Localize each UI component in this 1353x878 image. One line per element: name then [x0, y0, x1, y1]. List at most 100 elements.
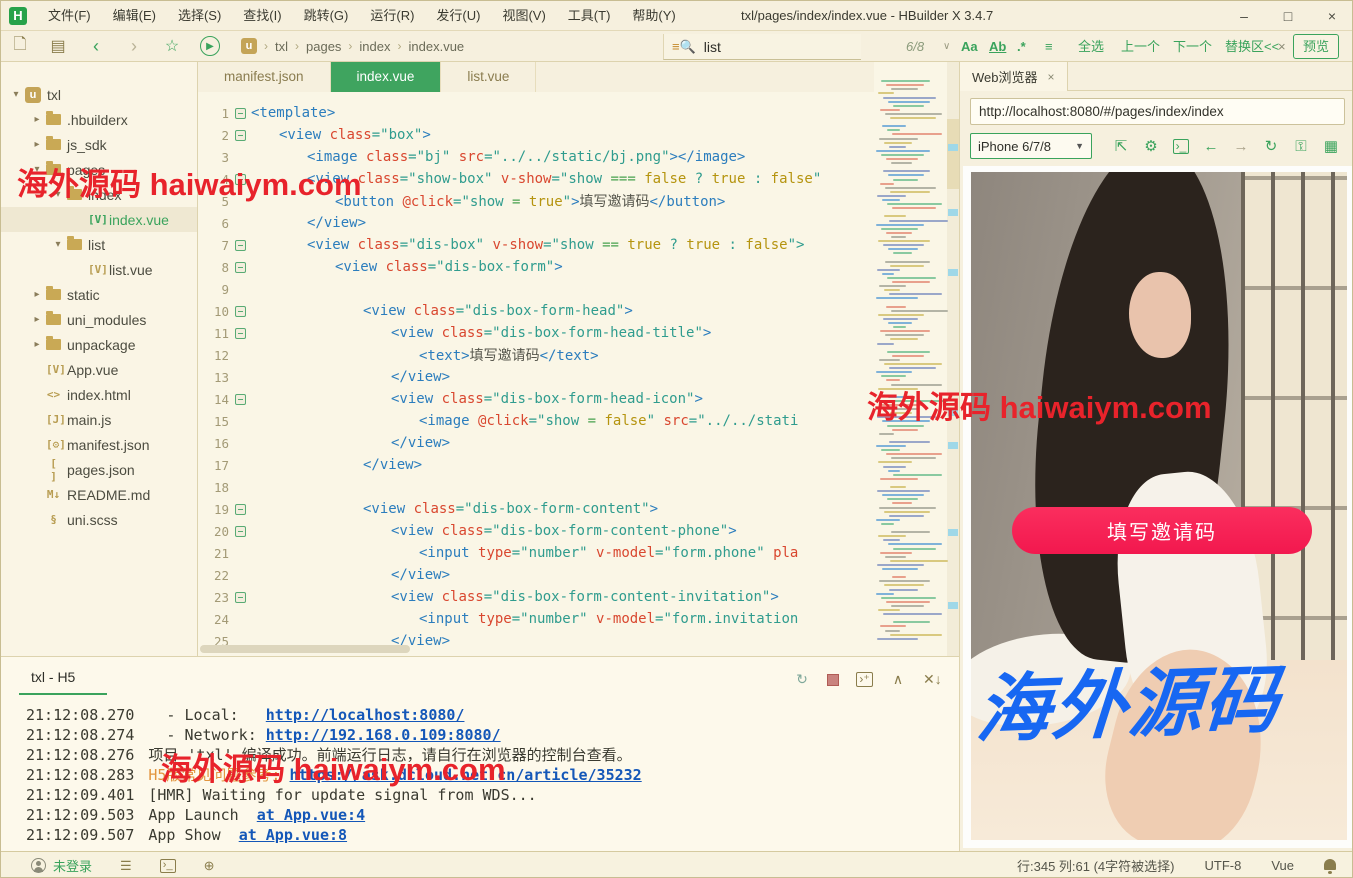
- menu-item[interactable]: 选择(S): [167, 1, 232, 31]
- menu-item[interactable]: 发行(U): [425, 1, 491, 31]
- cursor-position[interactable]: 行:345 列:61 (4字符被选择): [1017, 856, 1175, 875]
- menu-item[interactable]: 运行(R): [359, 1, 425, 31]
- whole-word-icon[interactable]: Ab: [989, 31, 1006, 62]
- fold-icon[interactable]: [229, 328, 251, 339]
- new-terminal-icon[interactable]: ›⁺: [856, 672, 873, 687]
- invite-code-button[interactable]: 填写邀请码: [1012, 507, 1312, 554]
- chevron-right-icon[interactable]: ▸: [30, 289, 44, 300]
- fold-icon[interactable]: [229, 394, 251, 405]
- tree-item-list-vue[interactable]: [V]list.vue: [1, 257, 197, 282]
- encoding[interactable]: UTF-8: [1205, 858, 1242, 873]
- breadcrumb-file[interactable]: index.vue: [409, 39, 465, 54]
- console-tab[interactable]: txl - H5: [31, 669, 75, 685]
- tree-item-uni-scss[interactable]: §uni.scss: [1, 507, 197, 532]
- url-input[interactable]: http://localhost:8080/#/pages/index/inde…: [970, 98, 1345, 125]
- tree-item-unpackage[interactable]: ▸unpackage: [1, 332, 197, 357]
- search-input[interactable]: ≡🔍 list: [663, 34, 861, 60]
- breadcrumb-project[interactable]: txl: [275, 39, 288, 54]
- qrcode-icon[interactable]: ▦: [1316, 137, 1346, 155]
- browser-tab[interactable]: Web浏览器 ×: [960, 62, 1068, 91]
- menu-item[interactable]: 编辑(E): [102, 1, 167, 31]
- minimap[interactable]: [874, 62, 959, 656]
- browser-back-icon[interactable]: ←: [1196, 138, 1226, 155]
- star-icon[interactable]: ☆: [162, 36, 182, 56]
- close-button[interactable]: ×: [1310, 1, 1353, 31]
- horizontal-scrollbar[interactable]: [200, 645, 410, 653]
- fold-icon[interactable]: [229, 592, 251, 603]
- menu-item[interactable]: 查找(I): [232, 1, 292, 31]
- preview-button[interactable]: 预览: [1293, 34, 1339, 59]
- regex-icon[interactable]: .*: [1017, 31, 1026, 62]
- tree-item-manifest-json[interactable]: [⚙]manifest.json: [1, 432, 197, 457]
- tree-item-README-md[interactable]: M↓README.md: [1, 482, 197, 507]
- unlock-icon[interactable]: ⚿: [1286, 138, 1316, 155]
- collapse-icon[interactable]: ∧: [890, 671, 906, 688]
- outline-icon[interactable]: ☰: [120, 858, 132, 874]
- tree-item--hbuilderx[interactable]: ▸.hbuilderx: [1, 107, 197, 132]
- browser-tab-close-icon[interactable]: ×: [1048, 70, 1055, 84]
- minimap-viewport[interactable]: [947, 119, 959, 189]
- restart-icon[interactable]: ↻: [794, 671, 810, 688]
- new-file-icon[interactable]: 🗋: [10, 33, 30, 60]
- tree-item-index-html[interactable]: <>index.html: [1, 382, 197, 407]
- back-icon[interactable]: ‹: [86, 36, 106, 57]
- device-select[interactable]: iPhone 6/7/8 ▼: [970, 133, 1092, 159]
- notification-bell-icon[interactable]: [1324, 859, 1336, 870]
- tree-item-index-vue[interactable]: [V]index.vue: [1, 207, 197, 232]
- clear-icon[interactable]: ✕↓: [923, 671, 939, 688]
- multiline-icon[interactable]: ≡: [1045, 31, 1053, 62]
- find-next-button[interactable]: 下一个: [1173, 31, 1212, 62]
- editor-tab-manifest-json[interactable]: manifest.json: [198, 62, 331, 92]
- settings-gear-icon[interactable]: ⚙: [1136, 137, 1166, 155]
- editor-tab-index-vue[interactable]: index.vue: [331, 62, 442, 92]
- menu-item[interactable]: 文件(F): [37, 1, 102, 31]
- menu-item[interactable]: 视图(V): [491, 1, 556, 31]
- language-mode[interactable]: Vue: [1271, 858, 1294, 873]
- browser-forward-icon[interactable]: →: [1226, 138, 1256, 155]
- run-icon[interactable]: ▶: [200, 36, 220, 56]
- chevron-right-icon[interactable]: ▸: [30, 314, 44, 325]
- log-link[interactable]: http://localhost:8080/: [266, 706, 465, 724]
- fold-icon[interactable]: [229, 130, 251, 141]
- account-icon[interactable]: [31, 858, 46, 873]
- web-icon[interactable]: ⊕: [204, 858, 215, 874]
- refresh-icon[interactable]: ↻: [1256, 137, 1286, 155]
- tree-item-txl[interactable]: ▾utxl: [1, 82, 197, 107]
- match-case-icon[interactable]: Aa: [961, 31, 978, 62]
- tree-item-main-js[interactable]: [J]main.js: [1, 407, 197, 432]
- tree-item-static[interactable]: ▸static: [1, 282, 197, 307]
- fold-icon[interactable]: [229, 306, 251, 317]
- chevron-right-icon[interactable]: ▸: [30, 114, 44, 125]
- fold-icon[interactable]: [229, 262, 251, 273]
- log-link[interactable]: at App.vue:8: [239, 826, 347, 844]
- open-external-icon[interactable]: ⇱: [1106, 137, 1136, 155]
- breadcrumb-pages[interactable]: pages: [306, 39, 341, 54]
- terminal-icon[interactable]: ›_: [160, 859, 176, 873]
- select-all-button[interactable]: 全选: [1078, 31, 1104, 62]
- menu-item[interactable]: 帮助(Y): [621, 1, 686, 31]
- log-link[interactable]: http://192.168.0.109:8080/: [266, 726, 501, 744]
- search-count-caret-icon[interactable]: ∨: [943, 31, 950, 62]
- login-status[interactable]: 未登录: [53, 856, 92, 875]
- find-prev-button[interactable]: 上一个: [1121, 31, 1160, 62]
- forward-icon[interactable]: ›: [124, 36, 144, 57]
- fold-icon[interactable]: [229, 526, 251, 537]
- replace-toggle-button[interactable]: 替换区<<: [1225, 31, 1279, 62]
- breadcrumb-index[interactable]: index: [359, 39, 390, 54]
- fold-icon[interactable]: [229, 108, 251, 119]
- maximize-button[interactable]: □: [1266, 1, 1310, 31]
- stop-icon[interactable]: [827, 674, 839, 686]
- chevron-right-icon[interactable]: ▸: [30, 139, 44, 150]
- menu-item[interactable]: 工具(T): [557, 1, 622, 31]
- log-link[interactable]: at App.vue:4: [257, 806, 365, 824]
- tree-item-App-vue[interactable]: [V]App.vue: [1, 357, 197, 382]
- editor-tab-list-vue[interactable]: list.vue: [441, 62, 536, 92]
- tree-item-list[interactable]: ▾list: [1, 232, 197, 257]
- console-icon[interactable]: ›_: [1173, 139, 1189, 154]
- fold-icon[interactable]: [229, 504, 251, 515]
- chevron-right-icon[interactable]: ▸: [30, 339, 44, 350]
- tree-item-uni-modules[interactable]: ▸uni_modules: [1, 307, 197, 332]
- tree-item-js-sdk[interactable]: ▸js_sdk: [1, 132, 197, 157]
- tree-item-pages-json[interactable]: [ ]pages.json: [1, 457, 197, 482]
- save-icon[interactable]: ▤: [48, 36, 68, 56]
